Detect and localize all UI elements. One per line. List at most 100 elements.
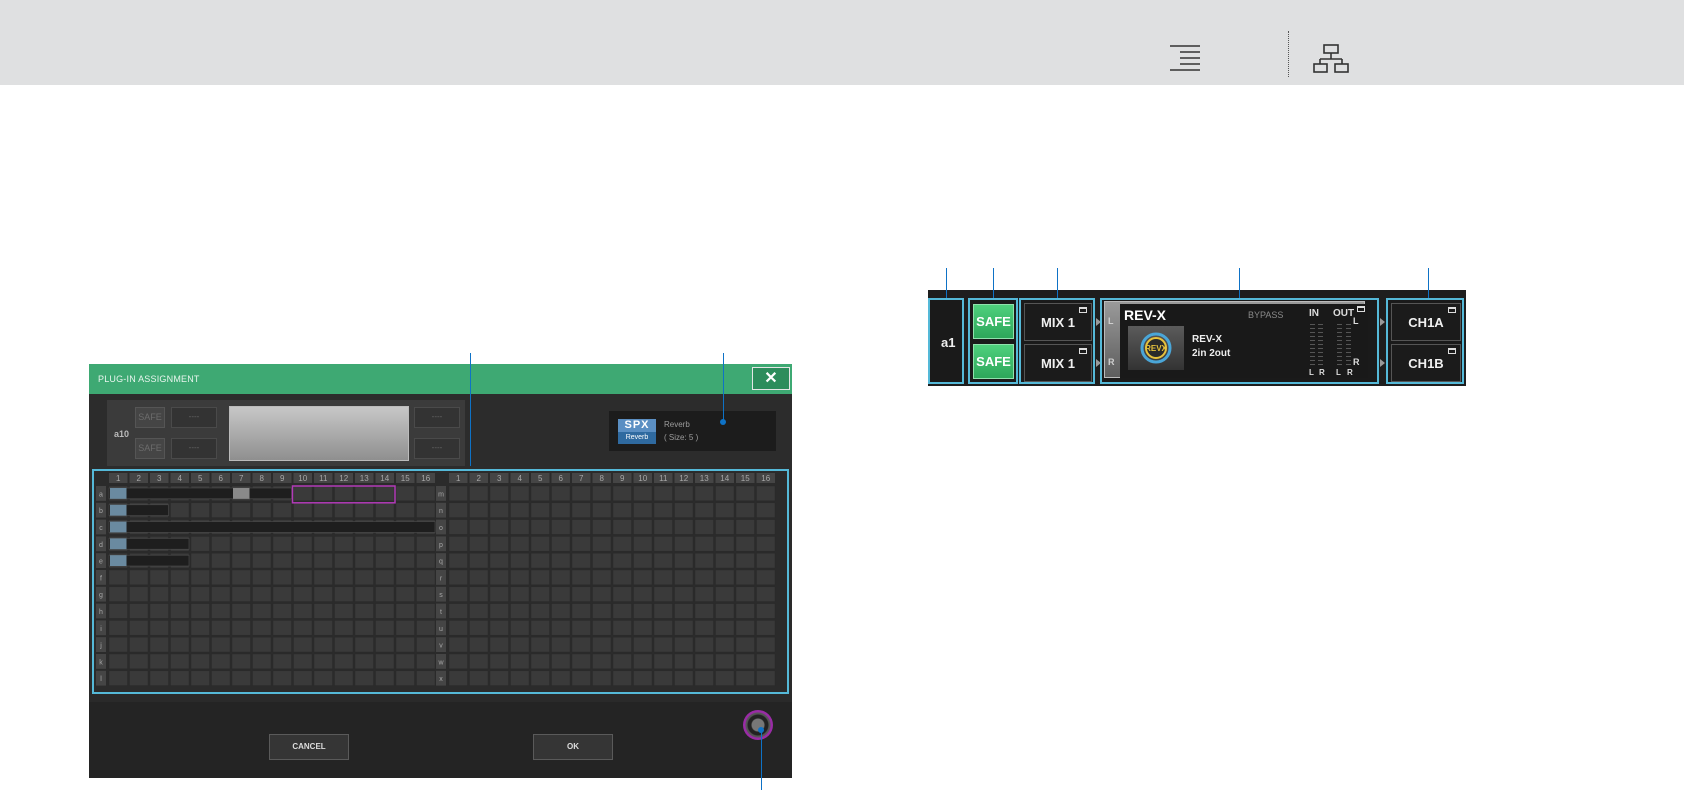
rack-slot[interactable] [489,536,509,552]
rack-slot[interactable] [448,670,468,686]
rack-slot[interactable] [375,636,395,653]
rack-slot[interactable] [571,502,591,518]
rack-slot[interactable] [551,519,571,535]
input-button-r[interactable]: MIX 1 [1024,344,1092,382]
rack-slot[interactable] [571,552,591,569]
rack-slot[interactable] [510,569,530,586]
rack-slot[interactable] [633,485,653,502]
rack-slot[interactable] [633,603,653,619]
rack-slot[interactable] [190,569,210,586]
rack-slot[interactable] [252,569,272,586]
rack-slot[interactable] [149,603,169,619]
rack-slot[interactable] [469,502,489,518]
rack-slot[interactable] [530,670,550,686]
rack-slot[interactable] [592,552,612,569]
rack-slot[interactable] [149,620,169,636]
rack-slot[interactable] [633,620,653,636]
rack-slot[interactable] [448,569,468,586]
rack-slot[interactable] [735,636,755,653]
rack-slot[interactable] [293,603,313,619]
hierarchy-network-icon[interactable] [1313,44,1349,74]
rack-slot[interactable] [149,653,169,670]
rack-slot[interactable] [375,485,395,502]
rack-slot[interactable] [211,603,231,619]
rack-slot[interactable] [190,586,210,602]
rack-slot[interactable] [694,519,714,535]
rack-slot[interactable] [416,620,436,636]
rack-slot[interactable] [694,536,714,552]
rack-slot[interactable] [334,569,354,586]
rack-slot[interactable] [149,586,169,602]
rack-slot[interactable] [469,552,489,569]
rack-slot[interactable] [571,653,591,670]
rack-slot[interactable] [715,536,735,552]
rack-slot[interactable] [612,519,632,535]
rack-slot[interactable] [551,485,571,502]
rack-slot[interactable] [416,653,436,670]
rack-slot[interactable] [551,502,571,518]
rack-slot[interactable] [375,502,395,518]
rack-slot[interactable] [334,485,354,502]
rack-slot[interactable] [694,653,714,670]
rack-slot[interactable] [211,536,231,552]
rack-slot[interactable] [129,670,149,686]
rack-slot[interactable] [756,586,776,602]
rack-slot[interactable] [530,485,550,502]
plugin-rack-grid[interactable]: 1 2 3 4 5 6 7 8 9 10 11 12 13 14 15 16 a b c d e f g h i j k l 1 2 3 4 5… [92,469,789,694]
rack-slot[interactable] [756,519,776,535]
rack-slot[interactable] [211,569,231,586]
rack-slot[interactable] [108,620,128,636]
rack-slot[interactable] [293,502,313,518]
rack-slot[interactable] [293,552,313,569]
rack-slot[interactable] [448,653,468,670]
rack-slot[interactable] [756,502,776,518]
rack-slot[interactable] [129,586,149,602]
rack-slot[interactable] [592,519,612,535]
rack-slot[interactable] [211,586,231,602]
rack-slot[interactable] [530,636,550,653]
rack-slot[interactable] [448,586,468,602]
rack-slot[interactable] [170,502,190,518]
rack-slot[interactable] [674,603,694,619]
rack-slot[interactable] [489,653,509,670]
rack-slot[interactable] [395,670,415,686]
rack-slot[interactable] [592,586,612,602]
rack-slot[interactable] [231,603,251,619]
rack-slot[interactable] [190,552,210,569]
rack-slot[interactable] [469,569,489,586]
rack-slot[interactable] [129,636,149,653]
rack-slot[interactable] [469,653,489,670]
rack-slot[interactable] [375,620,395,636]
rack-grid-canvas[interactable]: 1 2 3 4 5 6 7 8 9 10 11 12 13 14 15 16abcdefghijkl1 2 3 4 5… [94,471,787,692]
rack-slot[interactable] [334,502,354,518]
rack-slot[interactable] [592,620,612,636]
rack-slot[interactable] [653,636,673,653]
rack-slot[interactable] [334,603,354,619]
rack-slot[interactable] [715,653,735,670]
plugin-panel[interactable]: L R REV-X BYPASS REVX REV-X 2in 2out IN … [1104,301,1368,378]
rack-slot[interactable] [612,636,632,653]
rack-slot[interactable] [756,603,776,619]
rack-slot[interactable] [612,485,632,502]
rack-slot[interactable] [633,653,653,670]
output-button-l[interactable]: CH1A [1391,303,1461,341]
rack-slot[interactable] [252,636,272,653]
rack-slot[interactable] [272,603,292,619]
rack-slot[interactable] [674,670,694,686]
rack-slot[interactable] [510,620,530,636]
rack-slot[interactable] [530,620,550,636]
rack-slot[interactable] [715,586,735,602]
rack-slot[interactable] [612,586,632,602]
rack-slot[interactable] [313,670,333,686]
rack-slot[interactable] [674,519,694,535]
rack-slot[interactable] [633,502,653,518]
rack-slot[interactable] [756,670,776,686]
rack-slot[interactable] [334,636,354,653]
rack-slot[interactable] [252,586,272,602]
rack-slot[interactable] [694,636,714,653]
rack-slot[interactable] [571,620,591,636]
rack-slot[interactable] [612,653,632,670]
rack-slot[interactable] [510,636,530,653]
rack-slot[interactable] [653,552,673,569]
rack-slot[interactable] [756,620,776,636]
